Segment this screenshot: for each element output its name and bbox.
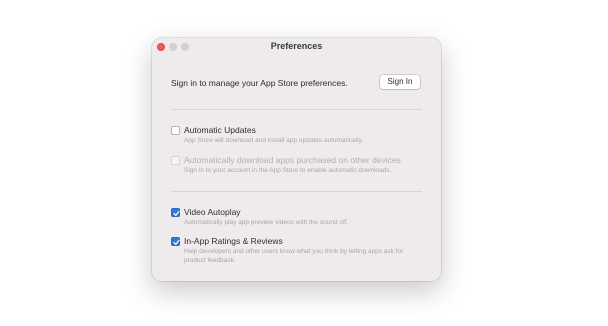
- in-app-ratings-checkbox[interactable]: [171, 237, 180, 246]
- option-description: Automatically play app preview videos wi…: [184, 219, 349, 226]
- signin-message: Sign in to manage your App Store prefere…: [171, 78, 348, 88]
- option-label: Automatic Updates: [184, 125, 256, 135]
- automatic-downloads-checkbox: [171, 156, 180, 165]
- checkmark-icon: [173, 210, 180, 216]
- option-label: In-App Ratings & Reviews: [184, 236, 283, 246]
- sign-in-button[interactable]: Sign In: [380, 75, 420, 89]
- title-bar: Preferences: [152, 38, 441, 55]
- checkmark-icon: [173, 239, 180, 245]
- window-title: Preferences: [270, 41, 323, 51]
- option-description: App Store will download and install app …: [184, 137, 364, 144]
- option-label: Automatically download apps purchased on…: [184, 155, 401, 165]
- divider: [171, 109, 422, 110]
- divider: [171, 191, 422, 192]
- option-description: Sign in to your account in the App Store…: [184, 167, 392, 174]
- automatic-updates-checkbox[interactable]: [171, 126, 180, 135]
- preferences-window: Preferences Sign in to manage your App S…: [152, 38, 441, 281]
- option-label: Video Autoplay: [184, 207, 241, 217]
- option-description: Help developers and other users know wha…: [184, 248, 404, 264]
- video-autoplay-checkbox[interactable]: [171, 208, 180, 217]
